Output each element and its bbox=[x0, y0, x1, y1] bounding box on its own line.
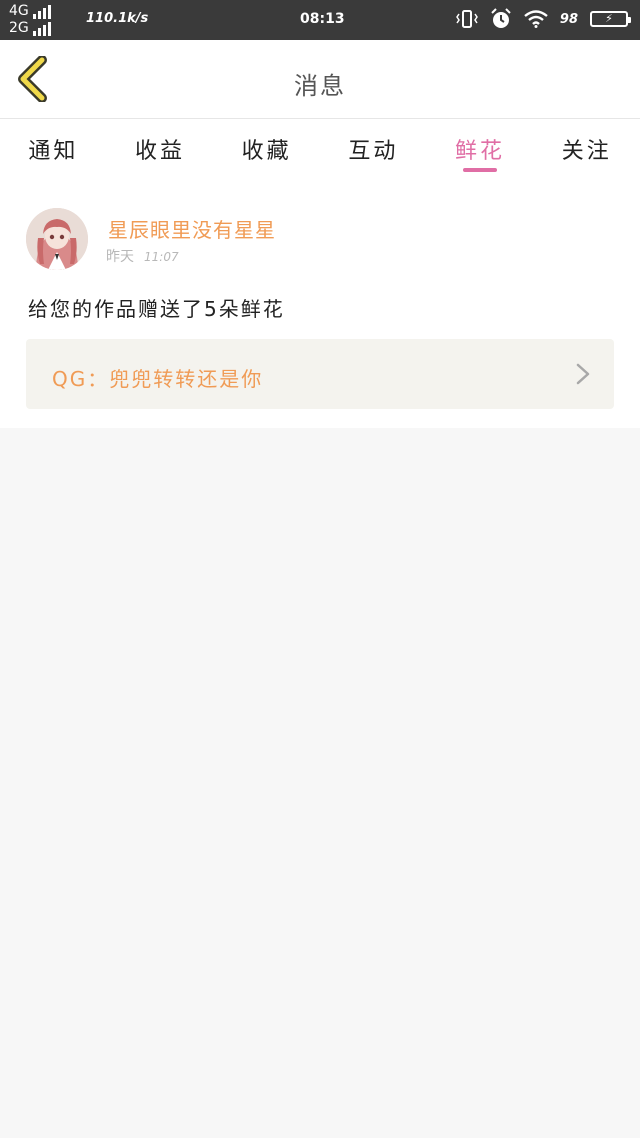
signal-icon bbox=[32, 4, 51, 19]
network-speed: 110.1k/s bbox=[86, 11, 149, 26]
battery-percent: 98 bbox=[559, 11, 578, 27]
status-bar: 4G 2G 110.1k/s 08:13 98 ⚡ bbox=[0, 0, 640, 40]
clock: 08:13 bbox=[300, 11, 345, 27]
page-title: 消息 bbox=[294, 72, 346, 100]
tab-earnings[interactable]: 收益 bbox=[107, 119, 214, 181]
battery-icon: ⚡ bbox=[590, 11, 631, 27]
tab-label: 收藏 bbox=[241, 139, 292, 164]
tab-bar: 通知 收益 收藏 互动 鲜花 关注 bbox=[0, 119, 640, 181]
work-reference-link[interactable]: QG：兜兜转转还是你 bbox=[26, 339, 614, 409]
sender-username[interactable]: 星辰眼里没有星星 bbox=[108, 214, 276, 243]
notification-message: 给您的作品赠送了5朵鲜花 bbox=[28, 297, 285, 321]
chevron-right-icon bbox=[576, 363, 590, 385]
vibrate-icon bbox=[456, 9, 478, 29]
tab-flowers[interactable]: 鲜花 bbox=[427, 119, 534, 181]
network-indicator: 4G 2G bbox=[9, 3, 51, 37]
timestamp: 昨天 11:07 bbox=[106, 246, 179, 266]
tab-label: 收益 bbox=[135, 139, 186, 164]
avatar[interactable] bbox=[26, 208, 88, 270]
header: 消息 bbox=[0, 40, 640, 119]
network-4g-label: 4G bbox=[9, 3, 29, 19]
tab-notice[interactable]: 通知 bbox=[0, 119, 107, 181]
tab-label: 互动 bbox=[348, 139, 399, 164]
network-2g-label: 2G bbox=[9, 20, 29, 36]
tab-label: 关注 bbox=[561, 139, 612, 164]
active-tab-indicator bbox=[463, 168, 498, 172]
tab-following[interactable]: 关注 bbox=[533, 119, 640, 181]
notification-item: 星辰眼里没有星星 昨天 11:07 给您的作品赠送了5朵鲜花 QG：兜兜转转还是你 bbox=[0, 181, 640, 428]
tab-favorites[interactable]: 收藏 bbox=[213, 119, 320, 181]
tab-label: 鲜花 bbox=[455, 139, 506, 164]
tab-label: 通知 bbox=[28, 139, 79, 164]
signal-icon bbox=[32, 21, 51, 36]
work-reference-text: QG：兜兜转转还是你 bbox=[52, 367, 264, 391]
tab-interactions[interactable]: 互动 bbox=[320, 119, 427, 181]
timestamp-time: 11:07 bbox=[144, 250, 179, 264]
timestamp-day: 昨天 bbox=[106, 249, 134, 265]
wifi-icon bbox=[524, 10, 548, 28]
alarm-icon bbox=[490, 8, 512, 30]
